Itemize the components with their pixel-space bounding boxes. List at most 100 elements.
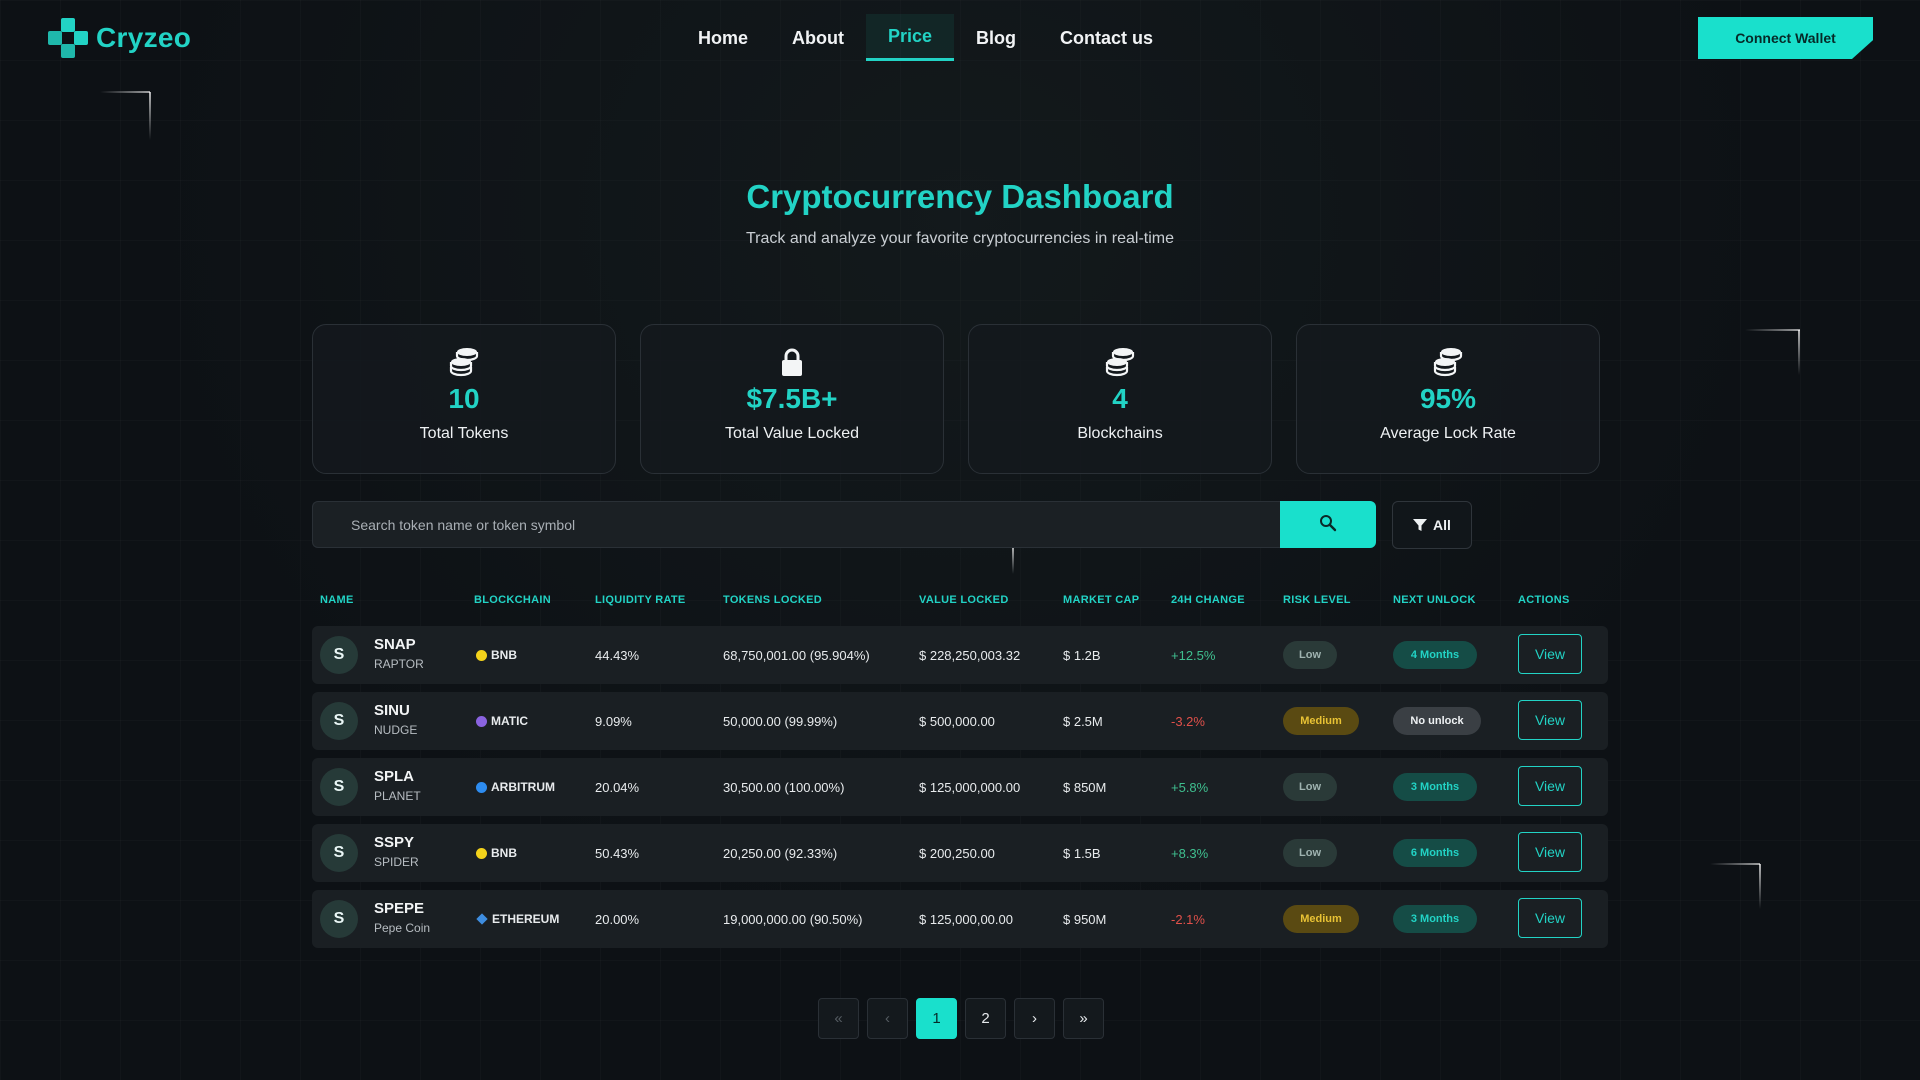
view-button[interactable]: View (1518, 766, 1582, 806)
view-button[interactable]: View (1518, 634, 1582, 674)
page-button-1[interactable]: 1 (916, 998, 957, 1039)
chain-dot-icon (476, 913, 488, 925)
token-avatar: S (320, 702, 358, 740)
token-symbol: SPEPE (374, 900, 425, 917)
risk-badge: Low (1283, 641, 1337, 669)
stats-row: 10 Total Tokens $7.5B+ Total Value Locke… (312, 324, 1600, 474)
token-symbol: SNAP (374, 636, 416, 653)
column-header[interactable]: BLOCKCHAIN (474, 594, 551, 606)
market-cap: $ 950M (1063, 912, 1107, 927)
connect-wallet-button[interactable]: Connect Wallet (1698, 17, 1873, 59)
view-button[interactable]: View (1518, 700, 1582, 740)
blockchain-cell: ARBITRUM (476, 780, 555, 794)
chain-dot-icon (476, 847, 487, 859)
token-symbol: SPLA (374, 768, 415, 785)
token-table: NAME BLOCKCHAIN LIQUIDITY RATE TOKENS LO… (312, 586, 1608, 948)
liquidity-rate: 9.09% (595, 714, 632, 729)
value-locked: $ 200,250.00 (919, 846, 995, 861)
table-header: NAME BLOCKCHAIN LIQUIDITY RATE TOKENS LO… (312, 586, 1608, 612)
column-header[interactable]: TOKENS LOCKED (723, 594, 822, 606)
value-locked: $ 125,000,00.00 (919, 912, 1013, 927)
page-subtitle: Track and analyze your favorite cryptocu… (745, 230, 1175, 247)
risk-badge: Medium (1283, 707, 1359, 735)
column-header[interactable]: MARKET CAP (1063, 594, 1139, 606)
last-page-button[interactable]: » (1063, 998, 1104, 1039)
column-header[interactable]: ACTIONS (1518, 594, 1570, 606)
table-row: S SINU NUDGE MATIC 9.09% 50,000.00 (99.99%) $ … (312, 692, 1608, 750)
logo-icon (48, 18, 88, 58)
nav-blog[interactable]: Blog (954, 14, 1038, 58)
risk-badge: Low (1283, 773, 1337, 801)
nav-contact[interactable]: Contact us (1038, 14, 1175, 58)
liquidity-rate: 50.43% (595, 846, 640, 861)
tokens-locked: 30,500.00 (100.00%) (723, 780, 845, 795)
nav-about[interactable]: About (770, 14, 866, 58)
stat-value: $7.5B+ (746, 383, 838, 414)
view-button[interactable]: View (1518, 832, 1582, 872)
value-locked: $ 500,000.00 (919, 714, 995, 729)
change-24h: -3.2% (1171, 714, 1205, 729)
table-row: S SPLA PLANET ARBITRUM 20.04% 30,500.00 (100.… (312, 758, 1608, 816)
decor-spark (1745, 329, 1800, 331)
market-cap: $ 2.5M (1063, 714, 1103, 729)
next-page-button[interactable]: › (1014, 998, 1055, 1039)
prev-page-button[interactable]: ‹ (867, 998, 908, 1039)
search-button[interactable] (1280, 501, 1376, 548)
chain-dot-icon (476, 781, 487, 793)
pagination: « ‹ 1 2 › » (818, 998, 1104, 1039)
search-input[interactable] (312, 501, 1280, 548)
change-24h: +5.8% (1171, 780, 1209, 795)
page-title: Cryptocurrency Dashboard (746, 178, 1174, 215)
first-page-button[interactable]: « (818, 998, 859, 1039)
token-avatar: S (320, 834, 358, 872)
lock-icon (782, 348, 802, 376)
market-cap: $ 850M (1063, 780, 1107, 795)
logo[interactable]: Cryzeo (48, 18, 191, 58)
page-button-2[interactable]: 2 (965, 998, 1006, 1039)
view-button[interactable]: View (1518, 898, 1582, 938)
tokens-locked: 50,000.00 (99.99%) (723, 714, 838, 729)
change-24h: +8.3% (1171, 846, 1209, 861)
column-header[interactable]: NEXT UNLOCK (1393, 594, 1476, 606)
blockchain-label: ARBITRUM (491, 780, 555, 794)
change-24h: +12.5% (1171, 648, 1216, 663)
unlock-badge: 4 Months (1393, 641, 1477, 669)
token-name: SPIDER (374, 855, 419, 869)
stat-value: 4 (1112, 383, 1128, 414)
stat-value: 95% (1419, 383, 1477, 414)
table-row: S SNAP RAPTOR BNB 44.43% 68,750,001.00 (95.90… (312, 626, 1608, 684)
market-cap: $ 1.5B (1063, 846, 1101, 861)
column-header[interactable]: NAME (320, 594, 354, 606)
table-row: S SPEPE Pepe Coin ETHEREUM 20.00% 19,000,000.… (312, 890, 1608, 948)
column-header[interactable]: VALUE LOCKED (919, 594, 1009, 606)
search-bar (312, 501, 1376, 548)
unlock-badge: No unlock (1393, 707, 1481, 735)
blockchain-label: BNB (491, 846, 517, 860)
tokens-locked: 20,250.00 (92.33%) (723, 846, 838, 861)
column-header[interactable]: LIQUIDITY RATE (595, 594, 686, 606)
nav-home[interactable]: Home (676, 14, 770, 58)
column-header[interactable]: RISK LEVEL (1283, 594, 1351, 606)
token-name: RAPTOR (374, 657, 424, 671)
stat-label: Average Lock Rate (1380, 425, 1516, 442)
token-avatar: S (320, 768, 358, 806)
liquidity-rate: 44.43% (595, 648, 640, 663)
stat-card-blockchains: 4 Blockchains (968, 324, 1272, 474)
decor-spark (149, 92, 151, 140)
filter-button[interactable]: All (1392, 501, 1472, 549)
risk-badge: Medium (1283, 905, 1359, 933)
decor-spark (1798, 330, 1800, 375)
blockchain-label: ETHEREUM (492, 912, 560, 926)
value-locked: $ 125,000,000.00 (919, 780, 1021, 795)
token-symbol: SSPY (374, 834, 415, 851)
search-icon (1320, 515, 1337, 532)
token-avatar: S (320, 900, 358, 938)
coins-icon (1105, 348, 1135, 377)
column-header[interactable]: 24H CHANGE (1171, 594, 1245, 606)
blockchain-cell: BNB (476, 648, 517, 662)
stat-value: 10 (448, 383, 480, 414)
nav-price[interactable]: Price (866, 14, 955, 61)
brand-name: Cryzeo (96, 22, 192, 53)
decor-spark (100, 91, 150, 93)
chain-dot-icon (476, 649, 487, 661)
